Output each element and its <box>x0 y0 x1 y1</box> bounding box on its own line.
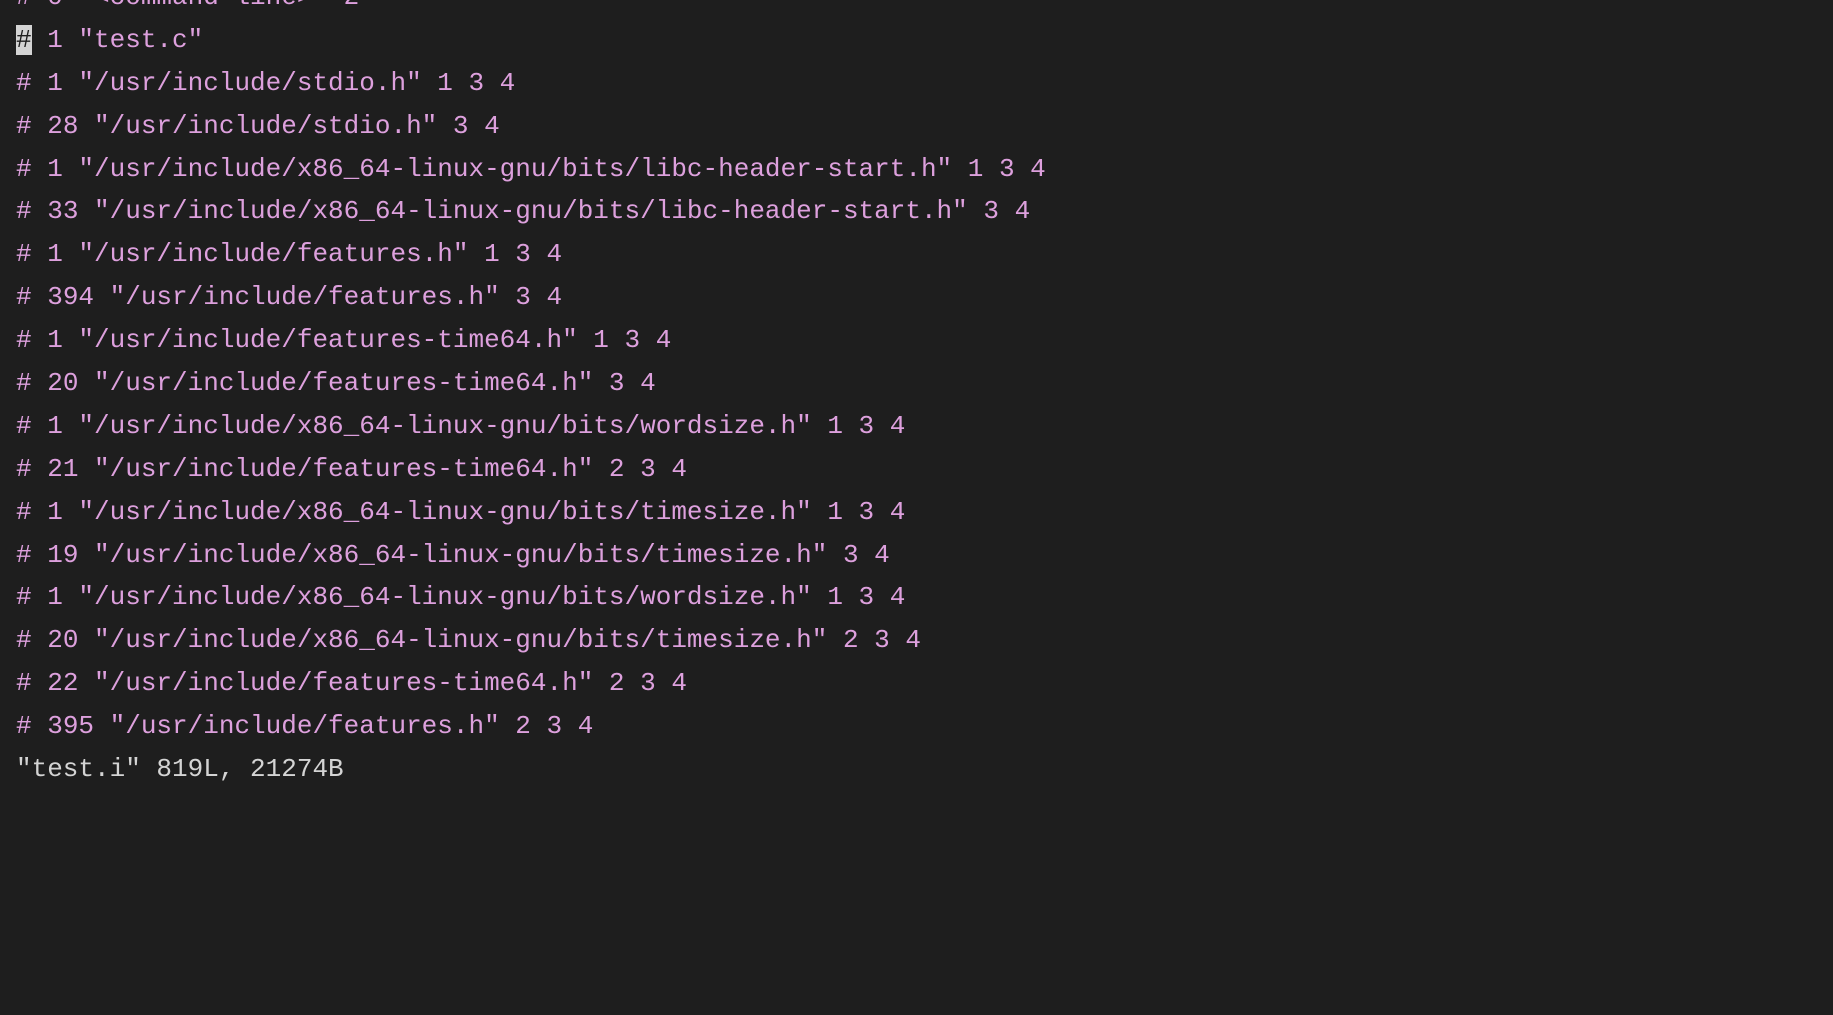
preprocessor-hash: # <box>16 368 32 398</box>
line-content: 395 "/usr/include/features.h" 2 3 4 <box>32 711 594 741</box>
line-content: 394 "/usr/include/features.h" 3 4 <box>32 282 563 312</box>
preprocessor-hash: # <box>16 196 32 226</box>
line-content: 1 "/usr/include/x86_64-linux-gnu/bits/wo… <box>32 411 906 441</box>
vim-status-line: "test.i" 819L, 21274B <box>16 748 1817 791</box>
preprocessor-hash: # <box>16 154 32 184</box>
editor-content[interactable]: # 0 "<command-line>" 2# 1 "test.c"# 1 "/… <box>0 0 1833 791</box>
code-line: # 1 "/usr/include/x86_64-linux-gnu/bits/… <box>16 148 1817 191</box>
code-line: # 20 "/usr/include/features-time64.h" 3 … <box>16 362 1817 405</box>
preprocessor-hash: # <box>16 454 32 484</box>
preprocessor-hash: # <box>16 239 32 269</box>
code-line: # 33 "/usr/include/x86_64-linux-gnu/bits… <box>16 190 1817 233</box>
code-line: # 1 "/usr/include/features.h" 1 3 4 <box>16 233 1817 276</box>
preprocessor-hash: # <box>16 282 32 312</box>
code-line: # 1 "test.c" <box>16 19 1817 62</box>
line-content: 33 "/usr/include/x86_64-linux-gnu/bits/l… <box>32 196 1031 226</box>
code-line: # 19 "/usr/include/x86_64-linux-gnu/bits… <box>16 534 1817 577</box>
line-content: 1 "test.c" <box>32 25 204 55</box>
preprocessor-hash: # <box>16 497 32 527</box>
code-line: # 1 "/usr/include/x86_64-linux-gnu/bits/… <box>16 576 1817 619</box>
code-line: # 1 "/usr/include/x86_64-linux-gnu/bits/… <box>16 491 1817 534</box>
code-line: # 22 "/usr/include/features-time64.h" 2 … <box>16 662 1817 705</box>
preprocessor-hash: # <box>16 625 32 655</box>
code-line: # 20 "/usr/include/x86_64-linux-gnu/bits… <box>16 619 1817 662</box>
preprocessor-hash: # <box>16 540 32 570</box>
code-line: # 0 "<command-line>" 2 <box>16 0 1817 19</box>
code-line: # 28 "/usr/include/stdio.h" 3 4 <box>16 105 1817 148</box>
code-line: # 394 "/usr/include/features.h" 3 4 <box>16 276 1817 319</box>
code-line: # 1 "/usr/include/stdio.h" 1 3 4 <box>16 62 1817 105</box>
line-content: 1 "/usr/include/stdio.h" 1 3 4 <box>32 68 516 98</box>
preprocessor-hash: # <box>16 111 32 141</box>
preprocessor-hash: # <box>16 25 32 55</box>
line-content: 20 "/usr/include/x86_64-linux-gnu/bits/t… <box>32 625 921 655</box>
line-content: 1 "/usr/include/features-time64.h" 1 3 4 <box>32 325 672 355</box>
line-content: 20 "/usr/include/features-time64.h" 3 4 <box>32 368 656 398</box>
line-content: 21 "/usr/include/features-time64.h" 2 3 … <box>32 454 687 484</box>
line-content: 22 "/usr/include/features-time64.h" 2 3 … <box>32 668 687 698</box>
line-content: 19 "/usr/include/x86_64-linux-gnu/bits/t… <box>32 540 890 570</box>
line-content: 28 "/usr/include/stdio.h" 3 4 <box>32 111 500 141</box>
preprocessor-hash: # <box>16 68 32 98</box>
code-line: # 21 "/usr/include/features-time64.h" 2 … <box>16 448 1817 491</box>
line-content: 1 "/usr/include/x86_64-linux-gnu/bits/li… <box>32 154 1046 184</box>
line-content: 1 "/usr/include/features.h" 1 3 4 <box>32 239 563 269</box>
line-content: 1 "/usr/include/x86_64-linux-gnu/bits/wo… <box>32 582 906 612</box>
preprocessor-hash: # <box>16 325 32 355</box>
preprocessor-hash: # <box>16 668 32 698</box>
code-line: # 1 "/usr/include/features-time64.h" 1 3… <box>16 319 1817 362</box>
code-line: # 395 "/usr/include/features.h" 2 3 4 <box>16 705 1817 748</box>
preprocessor-hash: # <box>16 582 32 612</box>
preprocessor-hash: # <box>16 0 32 12</box>
line-content: 0 "<command-line>" 2 <box>32 0 360 12</box>
preprocessor-hash: # <box>16 711 32 741</box>
line-content: 1 "/usr/include/x86_64-linux-gnu/bits/ti… <box>32 497 906 527</box>
code-line: # 1 "/usr/include/x86_64-linux-gnu/bits/… <box>16 405 1817 448</box>
preprocessor-hash: # <box>16 411 32 441</box>
